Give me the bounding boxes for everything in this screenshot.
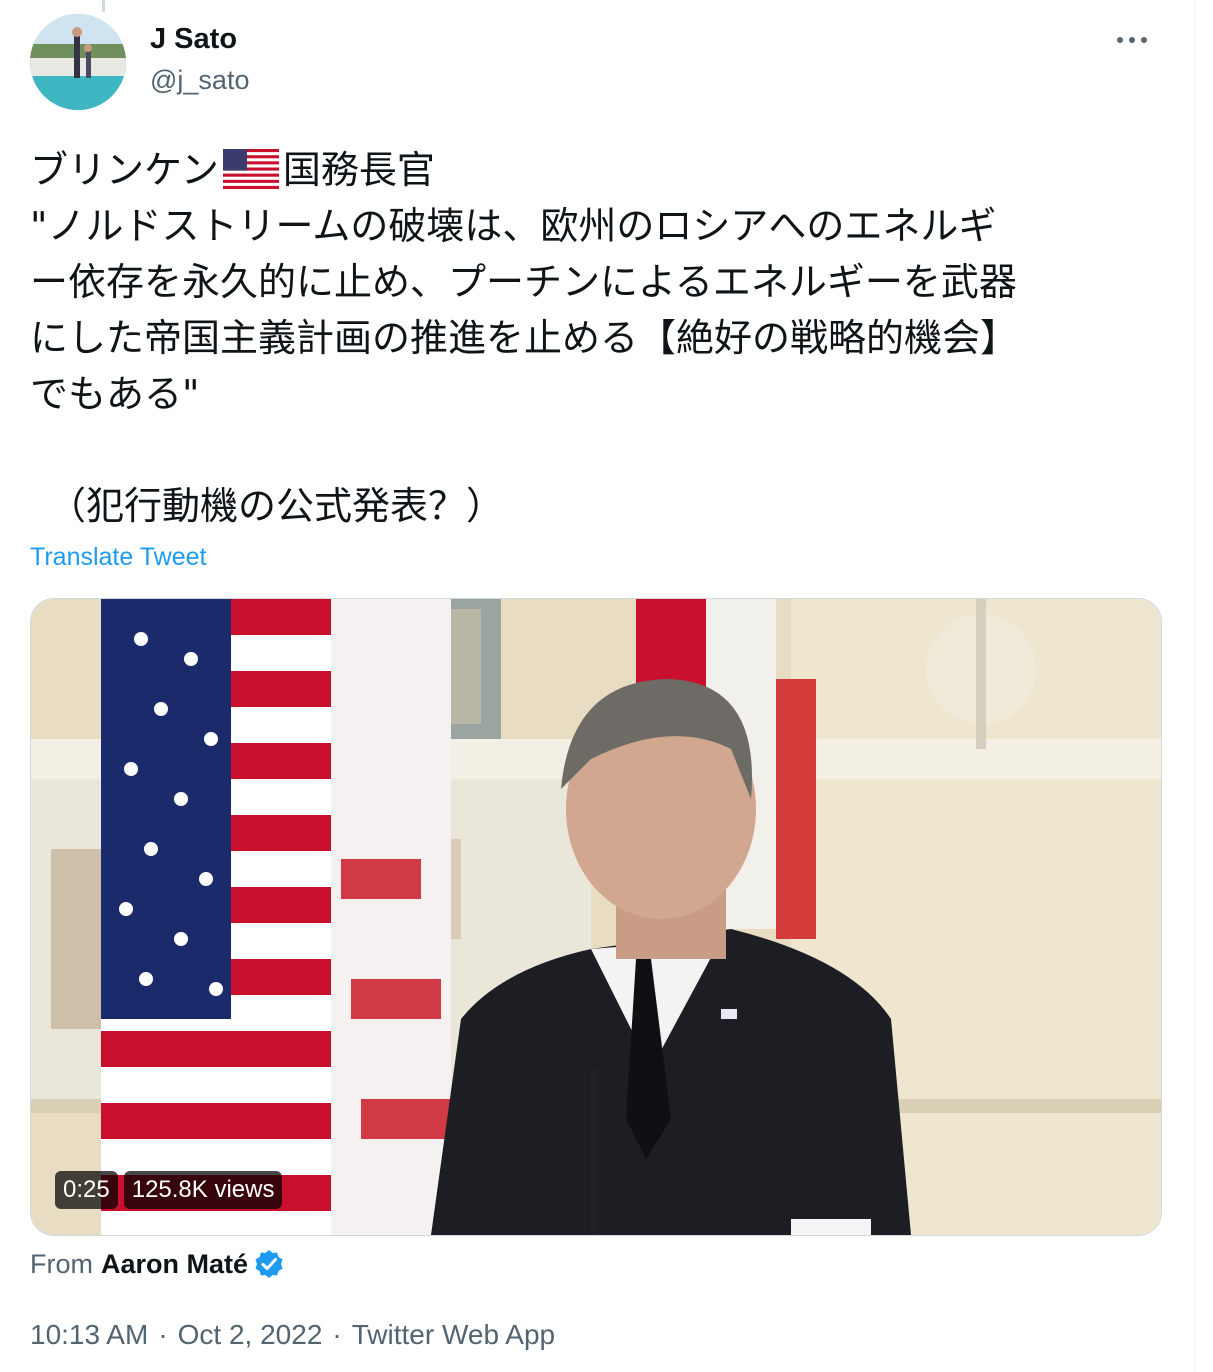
thread-connector-line (102, 0, 105, 12)
attribution-author-link[interactable]: Aaron Maté (101, 1246, 248, 1282)
tweet-text: ブリンケン 国務長官 "ノルドストリームの破壊は、欧州のロシアへのエネルギ ー依… (30, 142, 1170, 534)
tweet-text-segment: 国務長官 (282, 148, 435, 192)
video-thumbnail (31, 599, 1161, 1235)
verified-badge-icon (254, 1249, 284, 1279)
display-name[interactable]: J Sato (150, 22, 237, 56)
tweet-date[interactable]: Oct 2, 2022 (178, 1316, 323, 1354)
tweet-line-1: ブリンケン 国務長官 (30, 142, 1170, 198)
user-handle[interactable]: @j_sato (150, 63, 249, 97)
video-duration-badge: 0:25 (55, 1171, 118, 1209)
tweet-line-2: "ノルドストリームの破壊は、欧州のロシアへのエネルギ (30, 204, 997, 248)
media-attribution: From Aaron Maté (30, 1246, 284, 1282)
more-horizontal-icon (1117, 37, 1147, 43)
tweet-line-5: でもある" (30, 372, 200, 416)
tweet-line-4: にした帝国主義計画の推進を止める【絶好の戦略的機会】 (30, 316, 1019, 360)
video-views-badge: 125.8K views (123, 1171, 283, 1209)
avatar-image (30, 14, 126, 110)
more-options-button[interactable] (1112, 22, 1152, 58)
tweet-text-segment: ブリンケン (30, 148, 219, 192)
tweet-line-3: ー依存を永久的に止め、プーチンによるエネルギーを武器 (30, 260, 1017, 304)
attribution-prefix: From (30, 1249, 93, 1279)
tweet-metadata: 10:13 AM · Oct 2, 2022 · Twitter Web App (30, 1316, 555, 1354)
tweet-page: J Sato @j_sato ブリンケン 国務長官 "ノルドストリームの破壊は、… (0, 0, 1213, 1372)
translate-tweet-link[interactable]: Translate Tweet (30, 540, 206, 574)
tweet-line-6: （犯行動機の公式発表？） (48, 484, 505, 528)
column-divider (1194, 0, 1195, 1372)
video-player[interactable]: 0:25 125.8K views (30, 598, 1162, 1236)
us-flag-icon (222, 148, 279, 204)
tweet-source[interactable]: Twitter Web App (352, 1316, 555, 1354)
avatar[interactable] (30, 14, 126, 110)
tweet-time[interactable]: 10:13 AM (30, 1316, 148, 1354)
meta-separator: · (158, 1319, 168, 1350)
video-badges: 0:25 125.8K views (55, 1171, 283, 1209)
meta-separator: · (332, 1319, 342, 1350)
